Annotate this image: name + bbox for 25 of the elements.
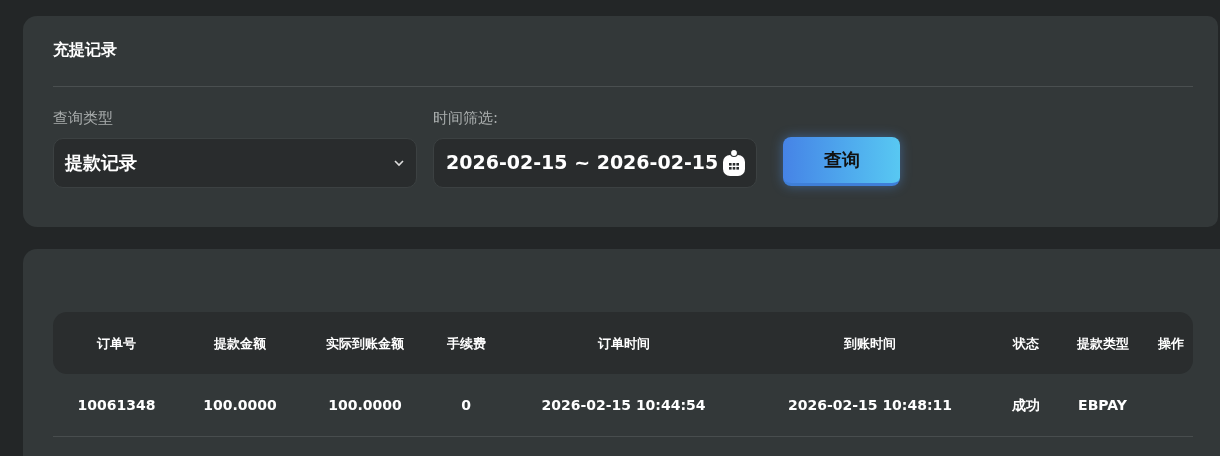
column-header: 提款类型	[1076, 336, 1129, 351]
table-cell: EBPAY	[1078, 396, 1127, 413]
query-button[interactable]: 查询	[783, 136, 900, 186]
table-cell: 100.0000	[203, 396, 277, 413]
column-header: 操作	[1157, 336, 1184, 351]
column-header: 订单号	[97, 336, 136, 351]
table-cell: 2026-02-15 10:48:11	[787, 396, 953, 413]
column-header: 提款金额	[214, 336, 266, 351]
chevron-down-icon	[393, 158, 405, 167]
date-range-field[interactable]: 2026-02-15 ~ 2026-02-15	[433, 137, 757, 188]
field-label: 查询类型	[53, 108, 113, 129]
column-header: 到账时间	[844, 336, 896, 351]
table-cell: 2026-02-15 10:44:54	[541, 396, 706, 413]
panel-title: 充提记录	[53, 39, 118, 61]
column-header: 实际到账金额	[326, 336, 404, 351]
field-label: 时间筛选:	[433, 108, 499, 129]
type-select[interactable]: 提款记录	[53, 137, 417, 188]
table-cell: 成功	[1012, 396, 1040, 413]
calendar-icon	[722, 148, 746, 177]
table-cell: 0	[461, 396, 471, 413]
table-cell: 10061348	[77, 396, 156, 413]
column-header: 订单时间	[597, 336, 650, 351]
column-header: 状态	[1013, 336, 1039, 351]
column-header: 手续费	[446, 336, 486, 351]
table-cell: 100.0000	[328, 396, 402, 413]
